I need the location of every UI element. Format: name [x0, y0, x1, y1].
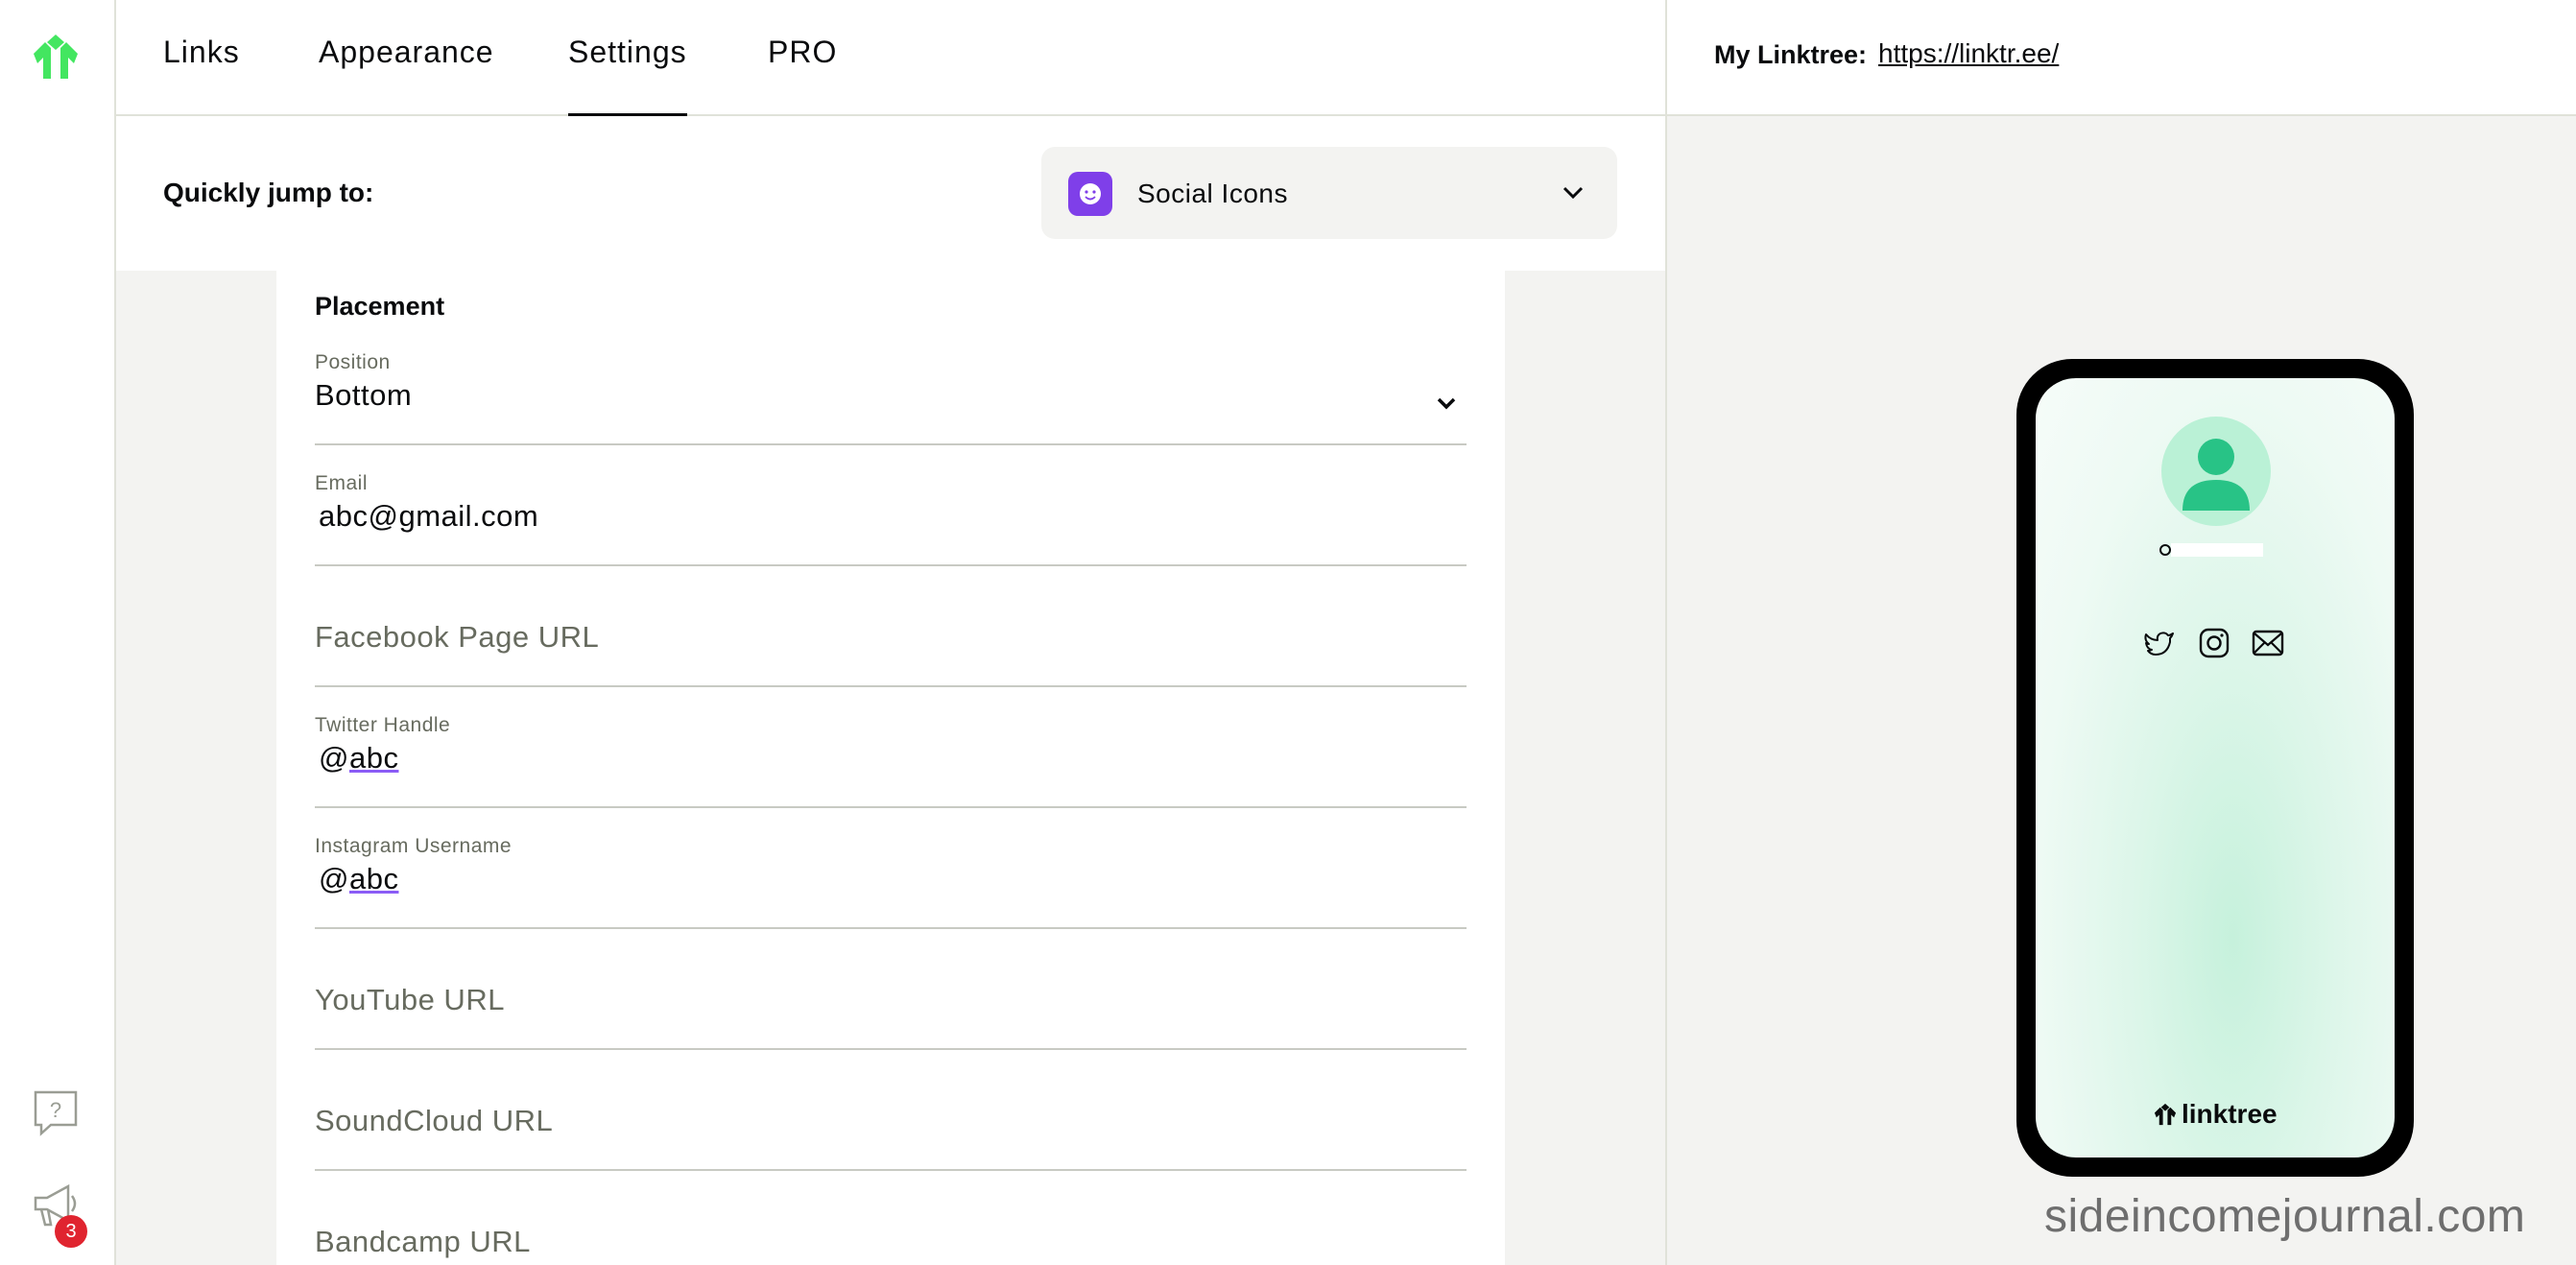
brand-wordmark: linktree — [2182, 1099, 2278, 1129]
jump-label: Quickly jump to: — [163, 178, 374, 207]
twitter-value: @abc — [319, 741, 398, 776]
instagram-handle: abc — [348, 862, 399, 895]
watermark-text: sideincomejournal.com — [2044, 1191, 2526, 1242]
twitter-label: Twitter Handle — [315, 714, 451, 736]
instagram-label: Instagram Username — [315, 835, 513, 857]
email-field[interactable]: Email abc@gmail.com — [315, 470, 1467, 566]
jump-bar: Quickly jump to: Social Icons — [116, 116, 1665, 271]
tab-links[interactable]: Links — [163, 35, 240, 70]
question-bubble-icon[interactable]: ? — [32, 1088, 80, 1136]
position-value: Bottom — [315, 378, 413, 412]
twitter-prefix: @ — [319, 741, 349, 775]
phone-frame: linktree — [2016, 359, 2414, 1177]
instagram-prefix: @ — [319, 862, 349, 895]
tab-settings[interactable]: Settings — [568, 35, 687, 117]
facebook-placeholder: Facebook Page URL — [315, 620, 600, 654]
position-select[interactable]: Position Bottom — [315, 349, 1467, 445]
facebook-field[interactable]: Facebook Page URL — [315, 591, 1467, 687]
chevron-down-icon — [1437, 397, 1456, 410]
placement-title: Placement — [315, 292, 445, 321]
preview-header: My Linktree: https://linktr.ee/ — [1665, 0, 2576, 116]
linktree-logo-icon — [2154, 1103, 2177, 1126]
bandcamp-field[interactable]: Bandcamp URL — [315, 1196, 1467, 1265]
settings-main: Quickly jump to: Social Icons Placement — [116, 116, 1665, 1265]
twitter-field[interactable]: Twitter Handle @abc — [315, 712, 1467, 808]
jump-select[interactable]: Social Icons — [1041, 147, 1617, 239]
position-label: Position — [315, 351, 391, 373]
bandcamp-placeholder: Bandcamp URL — [315, 1225, 531, 1258]
placement-card: Placement Position Bottom Email abc@gmai… — [276, 271, 1505, 1265]
email-label: Email — [315, 472, 369, 494]
instagram-value: @abc — [319, 862, 398, 896]
my-linktree-label: My Linktree: — [1714, 40, 1868, 69]
linktree-brand: linktree — [2153, 1098, 2278, 1131]
tab-appearance[interactable]: Appearance — [319, 35, 494, 70]
app: ? 3 Links Appearance Settings PRO Quickl… — [0, 0, 2576, 1265]
email-value: abc@gmail.com — [319, 499, 539, 533]
soundcloud-field[interactable]: SoundCloud URL — [315, 1075, 1467, 1171]
twitter-icon[interactable] — [2142, 626, 2177, 660]
youtube-placeholder: YouTube URL — [315, 983, 505, 1016]
left-rail: ? 3 — [0, 0, 116, 1265]
preview-pane: linktree — [1665, 116, 2576, 1265]
avatar — [2161, 417, 2271, 526]
linktree-logo-icon[interactable] — [30, 35, 82, 79]
svg-text:?: ? — [50, 1098, 61, 1122]
phone-screen: linktree — [2036, 378, 2395, 1158]
jump-selected-value: Social Icons — [1137, 179, 1288, 208]
my-linktree-url[interactable]: https://linktr.ee/ — [1878, 38, 2099, 69]
top-nav: Links Appearance Settings PRO — [116, 0, 1665, 117]
chevron-down-icon — [1562, 186, 1584, 200]
instagram-field[interactable]: Instagram Username @abc — [315, 833, 1467, 929]
instagram-icon[interactable] — [2197, 626, 2231, 660]
tab-pro[interactable]: PRO — [768, 35, 837, 70]
smiley-icon — [1068, 172, 1112, 216]
soundcloud-placeholder: SoundCloud URL — [315, 1104, 554, 1137]
youtube-field[interactable]: YouTube URL — [315, 954, 1467, 1050]
twitter-handle: abc — [348, 741, 399, 775]
username-redacted — [2158, 541, 2273, 557]
email-icon[interactable] — [2251, 626, 2285, 660]
notification-badge: 3 — [55, 1215, 87, 1248]
